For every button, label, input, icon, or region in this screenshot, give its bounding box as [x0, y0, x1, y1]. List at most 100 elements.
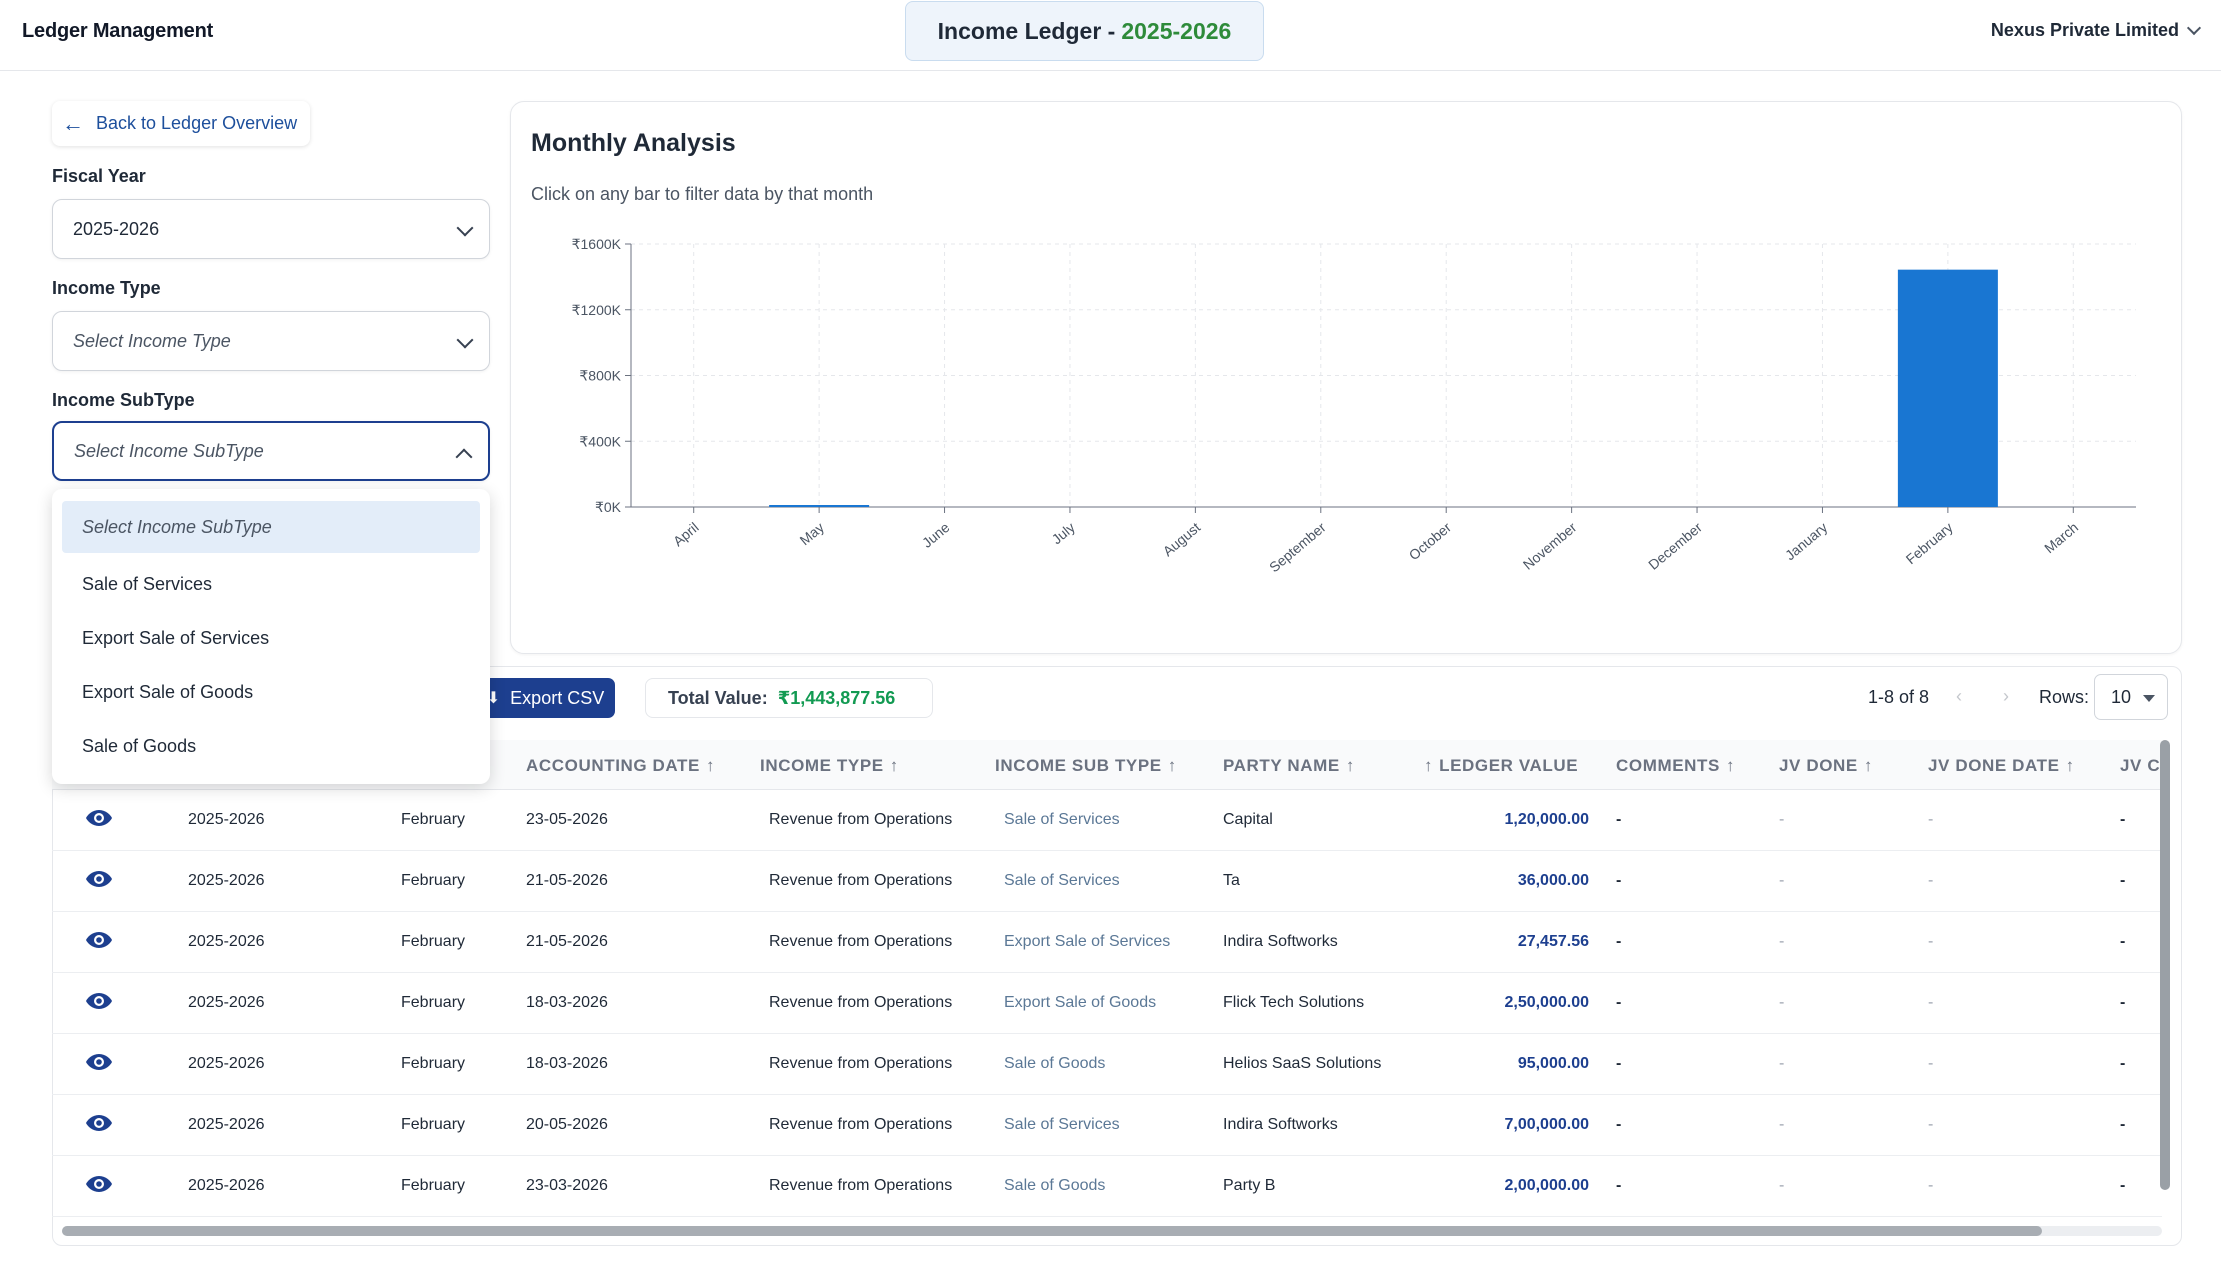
subtype-option-placeholder[interactable]: Select Income SubType — [62, 501, 480, 553]
table-row[interactable]: 2025-2026 February 18-03-2026 Revenue from … — [52, 1034, 2162, 1095]
cell-jv-c: - — [2120, 994, 2126, 1011]
y-tick-label: ₹0K — [595, 499, 622, 515]
back-button-label: Back to Ledger Overview — [96, 113, 298, 133]
cell-month: February — [401, 1116, 466, 1133]
col-header-party-name[interactable]: PARTY NAME ↑ — [1223, 756, 1355, 776]
chevron-up-icon — [455, 448, 473, 466]
col-header-accounting-date[interactable]: ACCOUNTING DATE ↑ — [526, 756, 715, 776]
cell-jv-done: - — [1779, 933, 1785, 950]
x-tick-label: March — [2041, 519, 2081, 556]
sort-arrow-icon: ↑ — [1863, 756, 1873, 775]
cell-income-type: Revenue from Operations — [769, 811, 953, 828]
cell-comments: - — [1616, 1177, 1622, 1194]
sort-arrow-icon: ↑ — [1345, 756, 1355, 775]
table-row[interactable]: 2025-2026 February 20-05-2026 Revenue from … — [52, 1095, 2162, 1156]
table-row[interactable]: 2025-2026 February 21-05-2026 Revenue from … — [52, 851, 2162, 912]
table-row[interactable]: 2025-2026 February 23-03-2026 Revenue from … — [52, 1156, 2162, 1217]
table-row[interactable]: 2025-2026 February 18-03-2026 Revenue from … — [52, 973, 2162, 1034]
income-type-placeholder: Select Income Type — [73, 330, 231, 351]
x-tick-label: February — [1903, 519, 1956, 567]
cell-jv-c: - — [2120, 933, 2126, 950]
table-row[interactable]: 2025-2026 February 21-05-2026 Revenue from … — [52, 912, 2162, 973]
cell-fiscal-year: 2025-2026 — [188, 1177, 265, 1194]
income-subtype-dropdown: Select Income SubType Sale of Services E… — [52, 489, 490, 784]
cell-income-sub-type: Export Sale of Services — [1004, 933, 1171, 950]
income-subtype-select[interactable]: Select Income SubType — [52, 421, 490, 481]
subtype-option-export-sale-of-services[interactable]: Export Sale of Services — [52, 611, 490, 665]
cell-accounting-date: 21-05-2026 — [526, 872, 608, 889]
view-eye-icon[interactable] — [85, 930, 113, 955]
bar-february[interactable] — [1897, 269, 1998, 507]
cell-jv-done-date: - — [1928, 933, 1934, 950]
cell-comments: - — [1616, 994, 1622, 1011]
view-eye-icon[interactable] — [85, 1052, 113, 1077]
cell-accounting-date: 23-05-2026 — [526, 811, 608, 828]
x-tick-label: April — [670, 519, 702, 549]
prev-page-button[interactable]: ‹ — [1956, 686, 1962, 707]
cell-fiscal-year: 2025-2026 — [188, 994, 265, 1011]
cell-ledger-value: 7,00,000.00 — [1504, 1116, 1589, 1133]
view-eye-icon[interactable] — [85, 991, 113, 1016]
fiscal-year-select[interactable]: 2025-2026 — [52, 199, 490, 259]
view-eye-icon[interactable] — [85, 808, 113, 833]
view-eye-icon[interactable] — [85, 1113, 113, 1138]
col-header-jv-done-date[interactable]: JV DONE DATE ↑ — [1928, 756, 2075, 776]
income-type-label: Income Type — [52, 278, 161, 298]
page-title-prefix: Income Ledger - — [937, 17, 1116, 44]
cell-income-type: Revenue from Operations — [769, 933, 953, 950]
cell-jv-done: - — [1779, 811, 1785, 828]
y-tick-label: ₹400K — [579, 433, 621, 449]
cell-income-sub-type: Sale of Goods — [1004, 1055, 1106, 1072]
subtype-option-export-sale-of-goods[interactable]: Export Sale of Goods — [52, 665, 490, 719]
cell-comments: - — [1616, 872, 1622, 889]
col-header-jv-c[interactable]: JV C — [2120, 756, 2160, 776]
total-value-label: Total Value: — [668, 687, 768, 708]
col-header-jv-done[interactable]: JV DONE ↑ — [1779, 756, 1873, 776]
table-horizontal-scrollbar[interactable] — [62, 1226, 2042, 1236]
col-header-label: INCOME SUB TYPE — [995, 756, 1162, 775]
rows-per-page-value: 10 — [2111, 686, 2132, 707]
cell-jv-done-date: - — [1928, 1177, 1934, 1194]
cell-jv-done: - — [1779, 1055, 1785, 1072]
view-eye-icon[interactable] — [85, 869, 113, 894]
company-switcher[interactable]: Nexus Private Limited — [1991, 20, 2202, 41]
view-eye-icon[interactable] — [85, 1174, 113, 1199]
back-to-overview-button[interactable]: ← Back to Ledger Overview — [52, 101, 310, 146]
cell-income-type: Revenue from Operations — [769, 1177, 953, 1194]
table-vertical-scrollbar[interactable] — [2160, 740, 2170, 1190]
y-tick-label: ₹1600K — [572, 236, 622, 252]
arrow-left-icon: ← — [62, 110, 84, 136]
cell-jv-done-date: - — [1928, 811, 1934, 828]
cell-income-type: Revenue from Operations — [769, 872, 953, 889]
cell-jv-done-date: - — [1928, 1116, 1934, 1133]
cell-fiscal-year: 2025-2026 — [188, 1116, 265, 1133]
rows-per-page-select[interactable]: 10 — [2094, 674, 2168, 720]
col-header-income-type[interactable]: INCOME TYPE ↑ — [760, 756, 899, 776]
bar-may[interactable] — [769, 505, 870, 507]
cell-income-sub-type: Sale of Services — [1004, 872, 1120, 889]
table-row[interactable]: 2025-2026 February 23-05-2026 Revenue from … — [52, 790, 2162, 851]
col-header-label: JV DONE — [1779, 756, 1858, 775]
income-type-select[interactable]: Select Income Type — [52, 311, 490, 371]
col-header-income-sub-type[interactable]: INCOME SUB TYPE ↑ — [995, 756, 1177, 776]
export-csv-button[interactable]: ⬇ Export CSV — [476, 678, 615, 718]
monthly-bar-chart[interactable]: ₹0K ₹400K ₹800K ₹1200K ₹1600K April May June Jul… — [511, 102, 2183, 655]
subtype-option-sale-of-services[interactable]: Sale of Services — [52, 557, 490, 611]
cell-ledger-value: 36,000.00 — [1517, 872, 1589, 889]
col-header-label: COMMENTS — [1616, 756, 1720, 775]
col-header-comments[interactable]: COMMENTS ↑ — [1616, 756, 1735, 776]
cell-month: February — [401, 1177, 466, 1194]
col-header-label: JV C — [2120, 756, 2161, 775]
cell-comments: - — [1616, 1116, 1622, 1133]
col-header-label: PARTY NAME — [1223, 756, 1340, 775]
cell-ledger-value: 95,000.00 — [1517, 1055, 1589, 1072]
total-value-badge: Total Value: ₹1,443,877.56 — [645, 678, 933, 718]
x-tick-label: October — [1406, 519, 1455, 563]
col-header-label: LEDGER VALUE — [1439, 756, 1579, 775]
x-tick-label: May — [797, 519, 828, 548]
col-header-ledger-value[interactable]: ↑ LEDGER VALUE — [1424, 756, 1578, 776]
subtype-option-sale-of-goods[interactable]: Sale of Goods — [52, 719, 490, 773]
cell-month: February — [401, 811, 466, 828]
cell-month: February — [401, 994, 466, 1011]
next-page-button[interactable]: › — [2003, 686, 2009, 707]
